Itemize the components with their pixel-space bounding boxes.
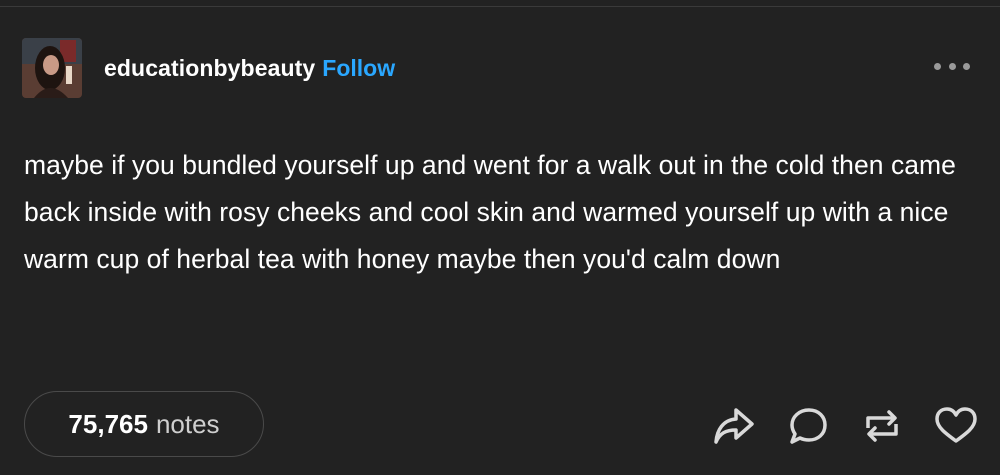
notes-count: 75,765 [68, 408, 148, 439]
notes-label: notes [155, 408, 220, 439]
more-options-button[interactable] [934, 58, 970, 74]
heart-icon [935, 407, 977, 443]
notes-button[interactable]: 75,765 notes [24, 391, 264, 457]
like-button[interactable] [932, 402, 980, 450]
post-header: educationbybeauty Follow [22, 38, 395, 98]
post-body-text: maybe if you bundled yourself up and wen… [24, 150, 956, 274]
post-actions [684, 402, 980, 450]
more-dots-icon [934, 62, 941, 70]
reply-button[interactable] [784, 402, 832, 450]
avatar[interactable] [22, 38, 82, 98]
more-dots-icon [963, 62, 970, 70]
post-card: educationbybeauty Follow maybe if you bu… [0, 0, 1000, 475]
share-button[interactable] [710, 402, 758, 450]
blog-name[interactable]: educationbybeauty [104, 55, 315, 82]
reply-bubble-icon [790, 408, 827, 444]
follow-button[interactable]: Follow [322, 55, 395, 82]
reblog-icon [866, 410, 898, 442]
share-arrow-icon [714, 408, 754, 444]
top-divider [0, 6, 1000, 7]
reblog-button[interactable] [858, 402, 906, 450]
more-dots-icon [948, 62, 956, 70]
avatar-image [22, 38, 82, 98]
